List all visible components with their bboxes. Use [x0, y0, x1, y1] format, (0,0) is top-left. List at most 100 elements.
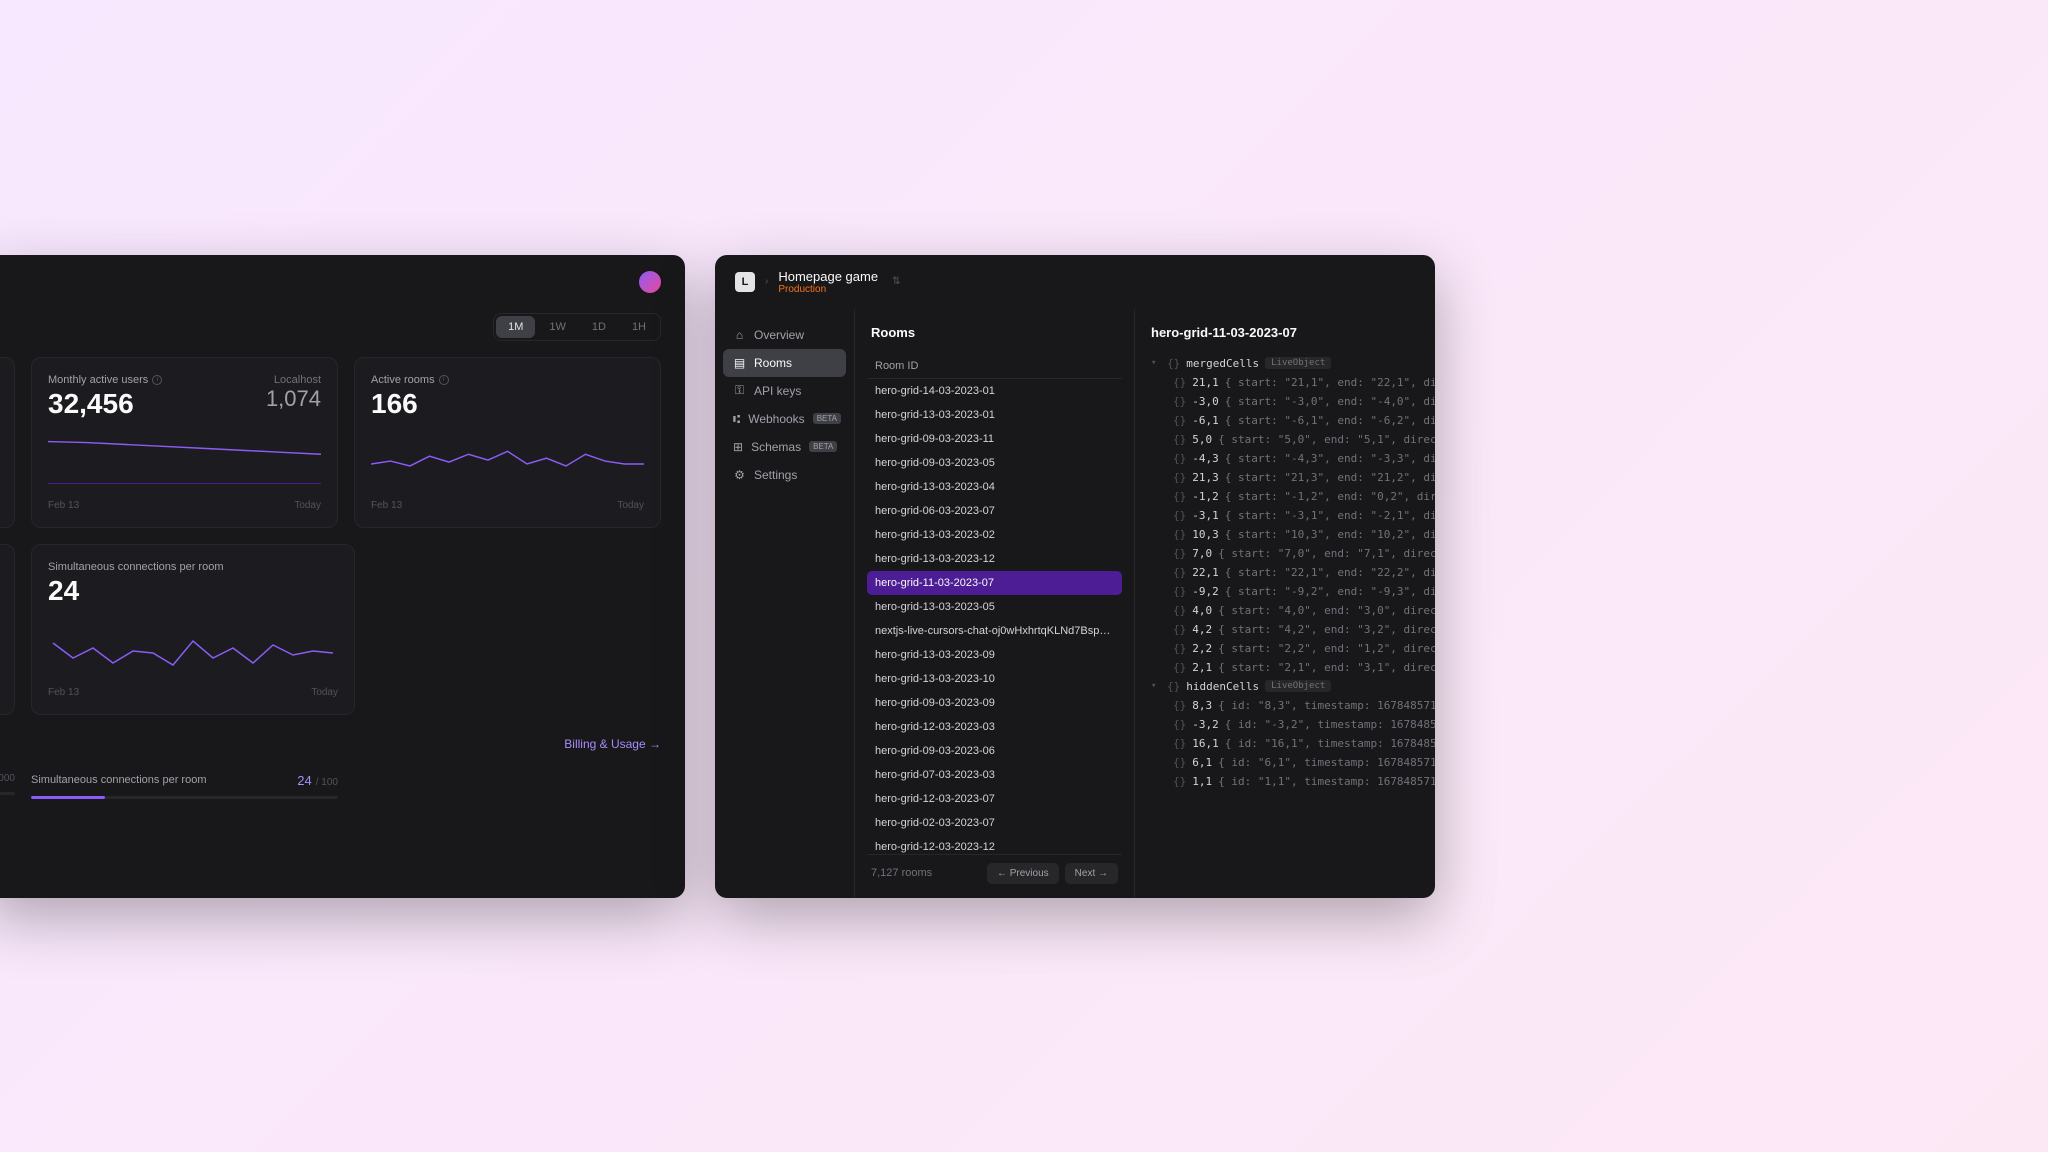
- room-item[interactable]: hero-grid-13-03-2023-04: [867, 475, 1122, 499]
- tree-leaf[interactable]: {}-4,3{ start: "-4,3", end: "-3,3", dire…: [1173, 449, 1435, 468]
- room-item[interactable]: hero-grid-12-03-2023-03: [867, 715, 1122, 739]
- room-item[interactable]: hero-grid-06-03-2023-07: [867, 499, 1122, 523]
- brace-icon: {}: [1173, 547, 1186, 560]
- org-logo[interactable]: L: [735, 272, 755, 292]
- tree-value: { start: "21,1", end: "22,1", directio: [1225, 376, 1435, 389]
- tree-key: hiddenCells: [1186, 680, 1259, 693]
- brace-icon: {}: [1173, 471, 1186, 484]
- rooms-panel: L › Homepage game Production ⇅ ⌂Overview…: [715, 255, 1435, 898]
- tree-leaf[interactable]: {}-1,2{ start: "-1,2", end: "0,2", direc…: [1173, 487, 1435, 506]
- sidebar-item-schemas[interactable]: ⊞SchemasBETA: [723, 433, 846, 461]
- tree-leaf[interactable]: {}21,1{ start: "21,1", end: "22,1", dire…: [1173, 373, 1435, 392]
- tree-value: { start: "10,3", end: "10,2", directio: [1225, 528, 1435, 541]
- tree-leaf[interactable]: {}-3,0{ start: "-3,0", end: "-4,0", dire…: [1173, 392, 1435, 411]
- tree-value: { start: "21,3", end: "21,2", directio: [1225, 471, 1435, 484]
- room-item[interactable]: hero-grid-11-03-2023-07: [867, 571, 1122, 595]
- room-item[interactable]: hero-grid-14-03-2023-01: [867, 379, 1122, 403]
- brace-icon: {}: [1173, 395, 1186, 408]
- room-item[interactable]: hero-grid-07-03-2023-03: [867, 763, 1122, 787]
- tree-leaf[interactable]: {}-9,2{ start: "-9,2", end: "-9,3", dire…: [1173, 582, 1435, 601]
- sidebar-item-overview[interactable]: ⌂Overview: [723, 321, 846, 349]
- avatar[interactable]: [639, 271, 661, 293]
- card-label: Monthly active users: [48, 374, 148, 386]
- detail-title: hero-grid-11-03-2023-07: [1151, 325, 1435, 340]
- nav-label: Rooms: [754, 356, 792, 370]
- metric-card-partial: ocalhost 10 Today: [0, 357, 15, 528]
- tree-leaf[interactable]: {}21,3{ start: "21,3", end: "21,2", dire…: [1173, 468, 1435, 487]
- tree-key: 7,0: [1192, 547, 1212, 560]
- room-item[interactable]: hero-grid-09-03-2023-11: [867, 427, 1122, 451]
- card-sublabel: Localhost: [266, 374, 321, 386]
- card-label: Simultaneous connections per room: [48, 561, 338, 573]
- tree-key: -3,1: [1192, 509, 1219, 522]
- selector-icon[interactable]: ⇅: [892, 276, 900, 287]
- tab-1m[interactable]: 1M: [496, 316, 535, 338]
- room-item[interactable]: hero-grid-09-03-2023-05: [867, 451, 1122, 475]
- sidebar: ⌂Overview ▤Rooms ⚿API keys ⑆WebhooksBETA…: [715, 309, 855, 898]
- brace-icon: {}: [1173, 623, 1186, 636]
- info-icon[interactable]: i: [439, 375, 449, 385]
- sidebar-item-apikeys[interactable]: ⚿API keys: [723, 377, 846, 405]
- tab-1w[interactable]: 1W: [537, 316, 578, 338]
- room-item[interactable]: nextjs-live-cursors-chat-oj0wHxhrtqKLNd7…: [867, 619, 1122, 643]
- tree-leaf[interactable]: {}-3,2{ id: "-3,2", timestamp: 167848571…: [1173, 715, 1435, 734]
- tree-node-hidden[interactable]: ▾ {} hiddenCells LiveObject: [1151, 677, 1435, 696]
- billing-link[interactable]: Billing & Usage →: [564, 737, 661, 751]
- live-object-badge: LiveObject: [1265, 680, 1331, 692]
- tab-1d[interactable]: 1D: [580, 316, 618, 338]
- tree-leaf[interactable]: {}16,1{ id: "16,1", timestamp: 167848571…: [1173, 734, 1435, 753]
- project-title[interactable]: Homepage game: [778, 269, 878, 284]
- tree-value: { id: "16,1", timestamp: 167848571774: [1225, 737, 1435, 750]
- sidebar-item-webhooks[interactable]: ⑆WebhooksBETA: [723, 405, 846, 433]
- tree-leaf[interactable]: {}7,0{ start: "7,0", end: "7,1", directi…: [1173, 544, 1435, 563]
- room-item[interactable]: hero-grid-12-03-2023-12: [867, 835, 1122, 854]
- home-icon: ⌂: [733, 328, 746, 341]
- room-item[interactable]: hero-grid-13-03-2023-12: [867, 547, 1122, 571]
- usage-max: / 100,000: [0, 773, 15, 784]
- room-item[interactable]: hero-grid-09-03-2023-06: [867, 739, 1122, 763]
- brace-icon: {}: [1173, 528, 1186, 541]
- tree-key: 16,1: [1192, 737, 1219, 750]
- tree-leaf[interactable]: {}5,0{ start: "5,0", end: "5,1", directi…: [1173, 430, 1435, 449]
- info-icon[interactable]: i: [152, 375, 162, 385]
- next-button[interactable]: Next →: [1065, 863, 1118, 884]
- tree-leaf[interactable]: {}8,3{ id: "8,3", timestamp: 16784857177…: [1173, 696, 1435, 715]
- brace-icon: {}: [1173, 718, 1186, 731]
- tree-leaf[interactable]: {}1,1{ id: "1,1", timestamp: 16784857177…: [1173, 772, 1435, 791]
- tree-leaf[interactable]: {}22,1{ start: "22,1", end: "22,2", dire…: [1173, 563, 1435, 582]
- room-item[interactable]: hero-grid-12-03-2023-07: [867, 787, 1122, 811]
- room-item[interactable]: hero-grid-09-03-2023-09: [867, 691, 1122, 715]
- room-item[interactable]: hero-grid-13-03-2023-09: [867, 643, 1122, 667]
- room-item[interactable]: hero-grid-02-03-2023-07: [867, 811, 1122, 835]
- sidebar-item-settings[interactable]: ⚙Settings: [723, 461, 846, 489]
- sidebar-item-rooms[interactable]: ▤Rooms: [723, 349, 846, 377]
- room-item[interactable]: hero-grid-13-03-2023-01: [867, 403, 1122, 427]
- tree-node-merged[interactable]: ▾ {} mergedCells LiveObject: [1151, 354, 1435, 373]
- brace-icon: {}: [1173, 699, 1186, 712]
- room-item[interactable]: hero-grid-13-03-2023-05: [867, 595, 1122, 619]
- schema-icon: ⊞: [733, 440, 743, 453]
- tree-value: { start: "5,0", end: "5,1", direction:: [1218, 433, 1435, 446]
- brace-icon: {}: [1173, 642, 1186, 655]
- tree-value: { start: "-3,1", end: "-2,1", directio: [1225, 509, 1435, 522]
- tree-key: 2,1: [1192, 661, 1212, 674]
- caret-down-icon: ▾: [1151, 681, 1161, 691]
- tree-leaf[interactable]: {}6,1{ id: "6,1", timestamp: 16784857177…: [1173, 753, 1435, 772]
- tree-key: 4,0: [1192, 604, 1212, 617]
- tree-leaf[interactable]: {}4,0{ start: "4,0", end: "3,0", directi…: [1173, 601, 1435, 620]
- metric-card-sim-conn: Simultaneous connections per room 24 Feb…: [31, 544, 355, 715]
- date-end: Today: [294, 500, 321, 511]
- tree-leaf[interactable]: {} -3,1 { start: "-3,1", end: "-2,1", dire…: [1173, 506, 1435, 525]
- prev-button[interactable]: ← Previous: [987, 863, 1059, 884]
- tree-leaf[interactable]: {}2,2{ start: "2,2", end: "1,2", directi…: [1173, 639, 1435, 658]
- room-item[interactable]: hero-grid-13-03-2023-02: [867, 523, 1122, 547]
- tree-leaf[interactable]: {}4,2{ start: "4,2", end: "3,2", directi…: [1173, 620, 1435, 639]
- brace-icon: {}: [1173, 509, 1186, 522]
- room-item[interactable]: hero-grid-13-03-2023-10: [867, 667, 1122, 691]
- tab-1h[interactable]: 1H: [620, 316, 658, 338]
- brace-icon: {}: [1173, 490, 1186, 503]
- nav-label: Schemas: [751, 440, 801, 454]
- tree-leaf[interactable]: {}2,1{ start: "2,1", end: "3,1", directi…: [1173, 658, 1435, 677]
- tree-leaf[interactable]: {}-6,1{ start: "-6,1", end: "-6,2", dire…: [1173, 411, 1435, 430]
- tree-leaf[interactable]: {}10,3{ start: "10,3", end: "10,2", dire…: [1173, 525, 1435, 544]
